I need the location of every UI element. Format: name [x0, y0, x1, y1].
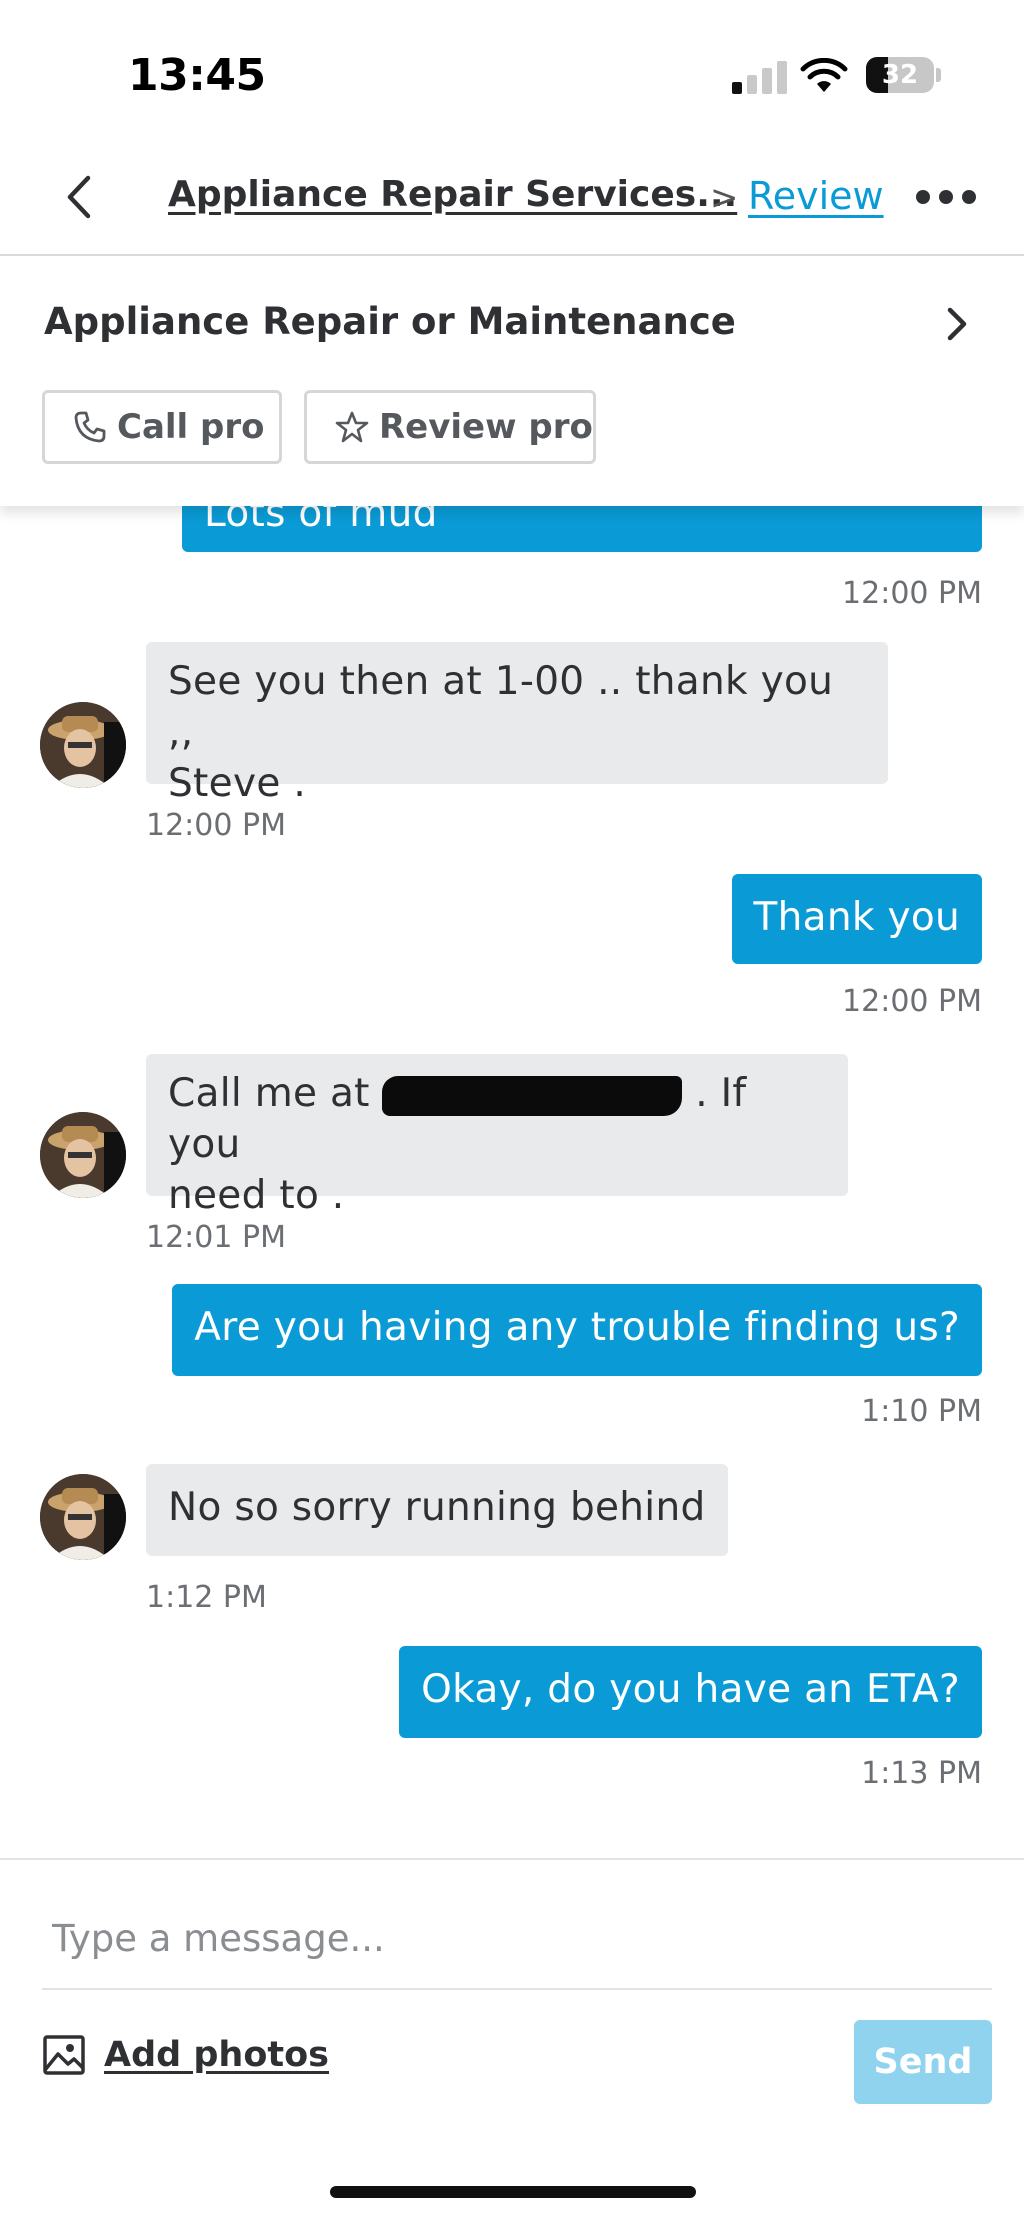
call-pro-label: Call pro: [117, 407, 265, 447]
message-text: No so sorry running behind: [168, 1485, 706, 1530]
add-photos-button[interactable]: Add photos: [42, 2034, 329, 2076]
avatar[interactable]: [40, 702, 126, 788]
star-icon: [335, 411, 369, 443]
status-time: 13:45: [128, 50, 266, 101]
message-bubble-outgoing: Thank you: [731, 874, 982, 964]
message-bubble-incoming: Call me at . If you need to .: [146, 1054, 848, 1218]
avatar[interactable]: [40, 1112, 126, 1198]
avatar-photo: [40, 702, 126, 788]
message-list[interactable]: Lots of mud 12:00 PM See you then at 1-0…: [0, 506, 1024, 1858]
message-text: Lots of mud: [204, 506, 438, 536]
battery-tip: [936, 68, 941, 82]
send-button[interactable]: Send: [854, 2020, 992, 2104]
service-card: Appliance Repair or Maintenance Call pro…: [0, 258, 1024, 506]
message-composer: Add photos Send: [0, 1858, 1024, 2220]
cellular-signal-icon: [732, 60, 788, 94]
redacted-phone-number[interactable]: [382, 1075, 683, 1116]
battery-icon: 32: [866, 57, 934, 93]
message-timestamp: 12:00 PM: [146, 808, 286, 843]
nav-header: Appliance Repair Services... > Review: [0, 150, 1024, 256]
review-link[interactable]: Review: [748, 174, 884, 218]
status-bar: 13:45 32: [0, 0, 1024, 150]
avatar-photo: [40, 1112, 126, 1198]
phone-icon: [74, 411, 106, 443]
message-text: Thank you: [753, 895, 960, 940]
message-text: need to .: [168, 1173, 345, 1218]
message-bubble-incoming: No so sorry running behind: [146, 1464, 728, 1556]
chevron-right-icon[interactable]: [942, 304, 972, 344]
nav-title-link[interactable]: Appliance Repair Services...: [168, 174, 737, 215]
add-photos-label: Add photos: [104, 2035, 330, 2075]
back-chevron-icon[interactable]: [56, 172, 106, 222]
message-timestamp: 1:12 PM: [146, 1580, 267, 1615]
message-timestamp: 12:00 PM: [842, 984, 982, 1019]
review-pro-label: Review pro: [379, 407, 593, 447]
message-text: Call me at: [168, 1071, 370, 1116]
home-indicator[interactable]: [330, 2186, 696, 2198]
message-bubble-outgoing: Okay, do you have an ETA?: [399, 1646, 982, 1738]
breadcrumb-separator: >: [710, 178, 739, 218]
message-timestamp: 1:13 PM: [861, 1756, 982, 1791]
message-input[interactable]: [42, 1888, 992, 1990]
image-icon: [43, 2035, 85, 2075]
battery-percentage: 32: [881, 60, 919, 90]
message-timestamp: 12:01 PM: [146, 1220, 286, 1255]
call-pro-button[interactable]: Call pro: [42, 390, 282, 464]
message-bubble-outgoing: Are you having any trouble finding us?: [172, 1284, 982, 1376]
avatar-photo: [40, 1474, 126, 1560]
wifi-icon: [800, 58, 848, 92]
message-bubble-incoming: See you then at 1-00 .. thank you ,, Ste…: [146, 642, 888, 806]
message-text: Steve .: [168, 761, 307, 806]
message-text: Are you having any trouble finding us?: [194, 1305, 960, 1350]
message-timestamp: 1:10 PM: [861, 1394, 982, 1429]
avatar[interactable]: [40, 1474, 126, 1560]
message-text: Okay, do you have an ETA?: [421, 1667, 960, 1712]
message-timestamp: 12:00 PM: [842, 576, 982, 611]
more-options-icon[interactable]: [916, 190, 976, 206]
message-bubble-outgoing: Lots of mud: [182, 506, 982, 552]
service-title[interactable]: Appliance Repair or Maintenance: [44, 300, 736, 343]
message-text: See you then at 1-00 .. thank you ,,: [168, 659, 834, 755]
review-pro-button[interactable]: Review pro: [304, 390, 596, 464]
